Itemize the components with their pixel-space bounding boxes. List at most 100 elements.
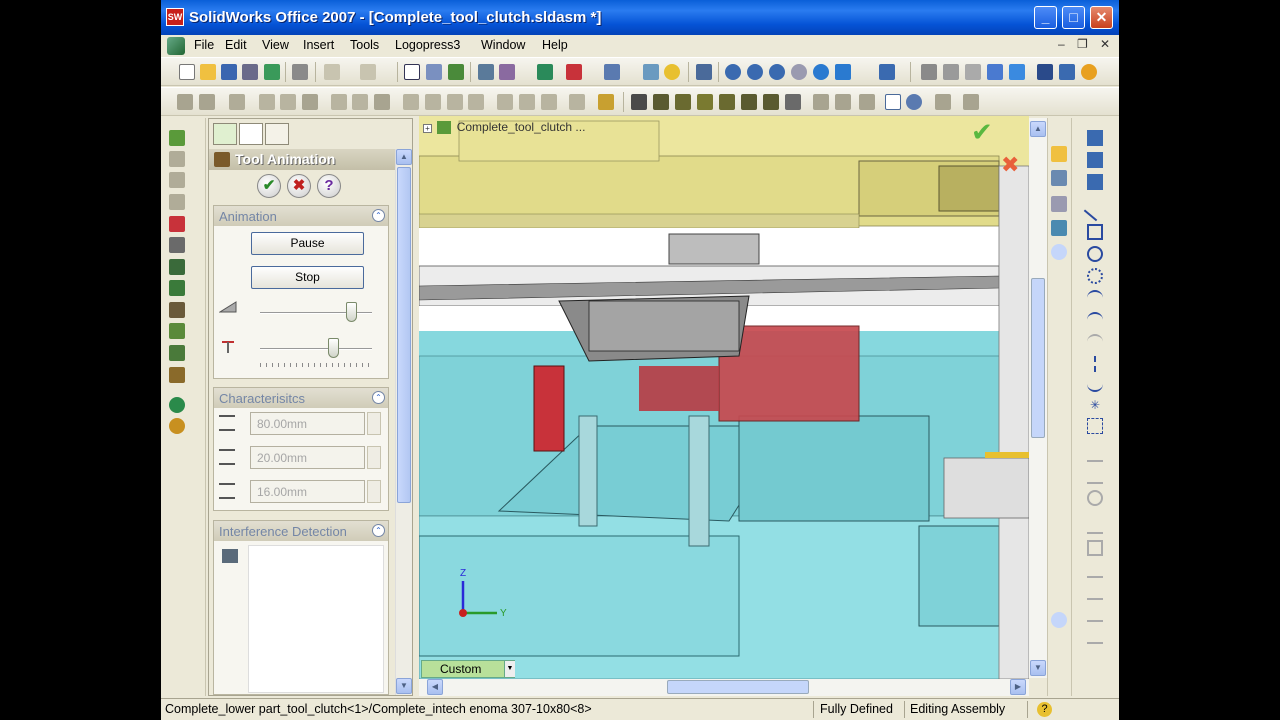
pause-button[interactable]: Pause — [251, 232, 364, 255]
minimize-button[interactable]: _ — [1034, 6, 1057, 29]
explode-line-icon[interactable] — [169, 280, 185, 296]
view-orientation-icon[interactable] — [604, 64, 620, 80]
die-height-spinner[interactable] — [367, 412, 381, 435]
logopress-tool-25-icon[interactable] — [763, 94, 779, 110]
shaded-icon[interactable] — [1009, 64, 1025, 80]
save-icon[interactable] — [221, 64, 237, 80]
trim-icon[interactable] — [1087, 446, 1103, 462]
ok-button[interactable]: ✔ — [257, 174, 281, 198]
collapse-icon[interactable]: ⌃ — [372, 524, 385, 537]
step-slider-thumb[interactable] — [328, 338, 340, 358]
logopress-tool-14-icon[interactable] — [497, 94, 513, 110]
make-assembly-icon[interactable] — [264, 64, 280, 80]
zoom-selection-icon[interactable] — [791, 64, 807, 80]
make-drawing-icon[interactable] — [242, 64, 258, 80]
mirror-components-icon[interactable] — [169, 367, 185, 383]
library-icon[interactable] — [1051, 170, 1067, 186]
logopress-tool-19-icon[interactable] — [631, 94, 647, 110]
logopress-tool-30-icon[interactable] — [935, 94, 951, 110]
logopress-tool-6-icon[interactable] — [302, 94, 318, 110]
plane-icon[interactable] — [1087, 418, 1103, 434]
tab-configuration-manager[interactable] — [265, 123, 289, 145]
select-other-icon[interactable] — [426, 64, 442, 80]
rotate-view-icon[interactable] — [813, 64, 829, 80]
step-slider-track[interactable] — [260, 348, 372, 350]
shaded-edges-icon[interactable] — [987, 64, 1003, 80]
graphics-vertical-scrollbar[interactable]: ▲ ▼ — [1029, 118, 1047, 678]
logopress-tool-8-icon[interactable] — [352, 94, 368, 110]
zoom-in-out-icon[interactable] — [769, 64, 785, 80]
hole-series-icon[interactable] — [169, 302, 185, 318]
move-component-icon[interactable] — [169, 172, 185, 188]
scroll-thumb[interactable] — [667, 680, 809, 694]
grid-icon[interactable] — [478, 64, 494, 80]
tangent-arc-icon[interactable] — [1087, 290, 1103, 306]
sketch-icon[interactable] — [1087, 130, 1103, 146]
collapse-icon[interactable]: ⌃ — [372, 391, 385, 404]
display-style-icon[interactable] — [566, 64, 582, 80]
simulation-icon[interactable] — [169, 397, 185, 413]
logopress-tool-28-icon[interactable] — [835, 94, 851, 110]
opening-spinner[interactable] — [367, 480, 381, 503]
logopress-tool-4-icon[interactable] — [259, 94, 275, 110]
scroll-thumb[interactable] — [1031, 278, 1045, 438]
point-icon[interactable]: ✳ — [1087, 398, 1103, 414]
rebuild-icon[interactable] — [448, 64, 464, 80]
logopress-tool-20-icon[interactable] — [653, 94, 669, 110]
menu-window[interactable]: Window — [481, 38, 525, 52]
logopress-tool-18-icon[interactable] — [598, 94, 614, 110]
help-button[interactable]: ? — [317, 174, 341, 198]
feature-tree-root[interactable]: + Complete_tool_clutch ... — [423, 120, 585, 135]
property-manager-scrollbar[interactable]: ▲ ▼ — [395, 149, 412, 695]
scroll-up-icon[interactable]: ▲ — [396, 149, 412, 165]
expand-pane-icon[interactable] — [1051, 244, 1067, 260]
logopress-tool-3-icon[interactable] — [229, 94, 245, 110]
doc-restore-button[interactable]: ❐ — [1077, 37, 1088, 51]
properties-icon[interactable] — [643, 64, 659, 80]
zoom-area-icon[interactable] — [747, 64, 763, 80]
mate-icon[interactable] — [169, 151, 185, 167]
logopress-tool-22-icon[interactable] — [697, 94, 713, 110]
three-point-arc-icon[interactable] — [1087, 312, 1103, 328]
logopress-tool-12-icon[interactable] — [447, 94, 463, 110]
scale-entities-icon[interactable] — [1087, 606, 1103, 622]
logopress-tool-27-icon[interactable] — [813, 94, 829, 110]
wireframe-icon[interactable] — [921, 64, 937, 80]
pan-icon[interactable] — [835, 64, 851, 80]
help-icon[interactable] — [664, 64, 680, 80]
logopress-tool-24-icon[interactable] — [741, 94, 757, 110]
help-icon[interactable]: ? — [1037, 702, 1052, 717]
options-icon[interactable] — [499, 64, 515, 80]
scroll-up-icon[interactable]: ▲ — [1030, 121, 1046, 137]
chevron-down-icon[interactable]: ▼ — [504, 661, 515, 677]
circle-icon[interactable] — [1087, 246, 1103, 262]
component-icon[interactable] — [537, 64, 553, 80]
menu-logopress3[interactable]: Logopress3 — [395, 38, 460, 52]
centerpoint-arc-icon[interactable] — [1087, 268, 1103, 284]
move-entities-icon[interactable] — [1087, 562, 1103, 578]
hidden-lines-removed-icon[interactable] — [965, 64, 981, 80]
logopress-tool-23-icon[interactable] — [719, 94, 735, 110]
interference-icon[interactable] — [169, 216, 185, 232]
confirm-cancel-icon[interactable]: ✖ — [1001, 153, 1019, 178]
logopress-tool-29-icon[interactable] — [859, 94, 875, 110]
animation-wizard-icon[interactable] — [169, 418, 185, 434]
undo-icon[interactable] — [324, 64, 340, 80]
doc-close-button[interactable]: ✕ — [1100, 37, 1110, 51]
confirm-accept-icon[interactable]: ✔ — [971, 118, 993, 148]
3d-sketch-icon[interactable] — [1087, 174, 1103, 190]
search-icon[interactable] — [1051, 220, 1067, 236]
move-icon[interactable] — [696, 64, 712, 80]
speed-slider-thumb[interactable] — [346, 302, 358, 322]
logopress-tool-5-icon[interactable] — [280, 94, 296, 110]
close-button[interactable]: ✕ — [1090, 6, 1113, 29]
opening-field[interactable]: 16.00mm — [250, 480, 365, 503]
explode-view-icon[interactable] — [169, 259, 185, 275]
logopress-tool-16-icon[interactable] — [541, 94, 557, 110]
collapse-icon[interactable]: ⌃ — [372, 209, 385, 222]
smart-dimension-icon[interactable] — [1087, 152, 1103, 168]
print-icon[interactable] — [292, 64, 308, 80]
title-bar[interactable]: SW SolidWorks Office 2007 - [Complete_to… — [161, 0, 1119, 35]
assembly-feature-icon[interactable] — [169, 323, 185, 339]
cancel-button[interactable]: ✖ — [287, 174, 311, 198]
